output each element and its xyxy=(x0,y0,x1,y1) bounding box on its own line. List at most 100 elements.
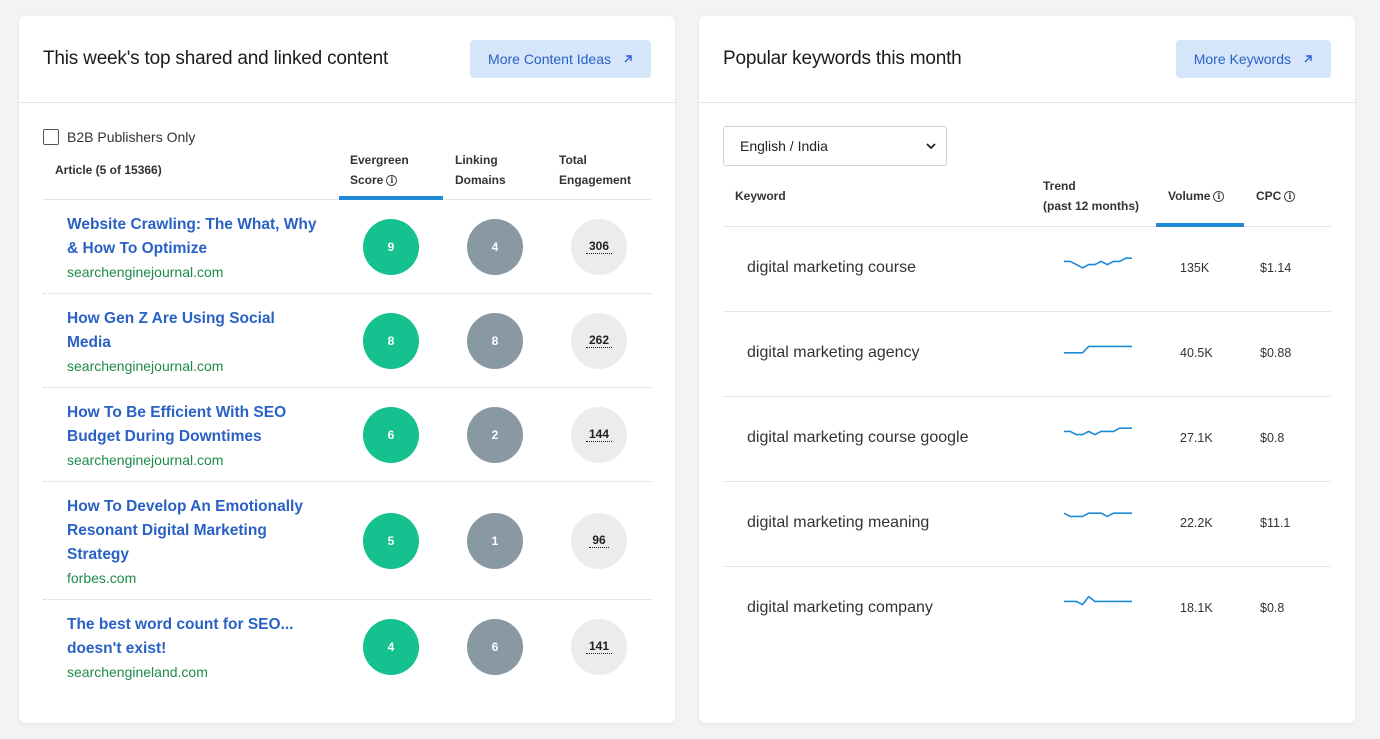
content-table-header: Article (5 of 15366) Evergreen Score i Li… xyxy=(43,150,651,200)
article-title-line: Budget During Downtimes xyxy=(67,428,262,445)
column-volume[interactable]: Volume i xyxy=(1168,186,1225,206)
article-row: How Gen Z Are Using Social Media searche… xyxy=(43,294,651,388)
keyword-volume: 40.5K xyxy=(1180,346,1213,360)
content-card-title: This week's top shared and linked conten… xyxy=(43,48,389,69)
column-linking-domains[interactable]: Linking Domains xyxy=(455,150,506,190)
keywords-table-header: Keyword Trend (past 12 months) Volume i C… xyxy=(723,166,1331,227)
column-cpc-label: CPC xyxy=(1256,189,1282,203)
b2b-checkbox[interactable] xyxy=(43,129,59,145)
column-evergreen-score[interactable]: Evergreen Score i xyxy=(350,150,409,190)
article-row: How To Be Efficient With SEO Budget Duri… xyxy=(43,388,651,482)
external-arrow-icon xyxy=(1304,55,1312,63)
trend-sparkline xyxy=(1064,595,1132,606)
keyword-name[interactable]: digital marketing company xyxy=(747,599,933,617)
keywords-card: Popular keywords this month More Keyword… xyxy=(699,16,1355,723)
evergreen-score-badge: 9 xyxy=(363,219,419,275)
total-engagement-badge[interactable]: 306 xyxy=(571,219,627,275)
total-engagement-badge[interactable]: 144 xyxy=(571,407,627,463)
article-domain[interactable]: searchengineland.com xyxy=(67,661,317,683)
language-select[interactable]: English / India xyxy=(723,126,947,166)
b2b-publishers-filter[interactable]: B2B Publishers Only xyxy=(43,128,651,146)
article-title[interactable]: Website Crawling: The What, Why & How To… xyxy=(67,213,317,261)
total-engagement-value: 144 xyxy=(585,428,613,442)
more-content-ideas-button[interactable]: More Content Ideas xyxy=(470,40,651,78)
trend-sparkline xyxy=(1064,345,1132,354)
column-total-engagement[interactable]: Total Engagement xyxy=(559,150,631,190)
article-title[interactable]: How To Be Efficient With SEO Budget Duri… xyxy=(67,401,317,449)
column-cpc[interactable]: CPC i xyxy=(1256,186,1296,206)
linking-domains-badge: 8 xyxy=(467,313,523,369)
article-row: Website Crawling: The What, Why & How To… xyxy=(43,200,651,294)
column-trend-label-1: Trend xyxy=(1043,179,1076,193)
article-row: The best word count for SEO... doesn't e… xyxy=(43,600,651,694)
keyword-volume: 27.1K xyxy=(1180,431,1213,445)
total-engagement-badge[interactable]: 262 xyxy=(571,313,627,369)
keyword-row: digital marketing agency 40.5K $0.88 xyxy=(723,312,1331,397)
article-title-line: & How To Optimize xyxy=(67,240,208,257)
column-volume-label: Volume xyxy=(1168,189,1211,203)
article-title[interactable]: The best word count for SEO... doesn't e… xyxy=(67,613,317,661)
keyword-volume: 22.2K xyxy=(1180,516,1213,530)
article-domain[interactable]: forbes.com xyxy=(67,567,317,589)
column-keyword[interactable]: Keyword xyxy=(735,186,786,206)
evergreen-score-badge: 8 xyxy=(363,313,419,369)
keyword-cpc: $0.8 xyxy=(1260,431,1285,445)
trend-sparkline xyxy=(1064,257,1132,269)
keyword-list: digital marketing course 135K $1.14 digi… xyxy=(723,227,1331,652)
article-title-line: How To Develop An Emotionally xyxy=(67,498,303,515)
keyword-volume: 18.1K xyxy=(1180,601,1213,615)
evergreen-score-badge: 5 xyxy=(363,513,419,569)
trend-sparkline xyxy=(1063,512,1132,518)
article-title-line: Media xyxy=(67,334,111,351)
total-engagement-badge[interactable]: 96 xyxy=(571,513,627,569)
column-trend: Trend (past 12 months) xyxy=(1043,176,1139,216)
keyword-row: digital marketing meaning 22.2K $11.1 xyxy=(723,482,1331,567)
more-content-ideas-label: More Content Ideas xyxy=(488,51,611,67)
chevron-down-icon xyxy=(926,142,936,149)
keyword-cpc: $1.14 xyxy=(1260,261,1292,275)
info-icon[interactable]: i xyxy=(386,175,398,186)
total-engagement-value: 96 xyxy=(589,534,609,548)
keyword-row: digital marketing course google 27.1K $0… xyxy=(723,397,1331,482)
keyword-row: digital marketing company 18.1K $0.8 xyxy=(723,567,1331,652)
keyword-name[interactable]: digital marketing course google xyxy=(747,429,968,447)
keyword-name[interactable]: digital marketing meaning xyxy=(747,514,929,532)
article-domain[interactable]: searchenginejournal.com xyxy=(67,355,317,377)
linking-domains-badge: 4 xyxy=(467,219,523,275)
article-title-line: How Gen Z Are Using Social xyxy=(67,310,275,327)
content-card: This week's top shared and linked conten… xyxy=(19,16,675,723)
article-title[interactable]: How To Develop An Emotionally Resonant D… xyxy=(67,495,317,567)
evergreen-score-badge: 4 xyxy=(363,619,419,675)
trend-sparkline xyxy=(1064,427,1132,436)
linking-domains-badge: 6 xyxy=(467,619,523,675)
info-icon[interactable]: i xyxy=(1213,191,1225,202)
info-icon[interactable]: i xyxy=(1284,191,1296,202)
keyword-cpc: $0.8 xyxy=(1260,601,1285,615)
linking-domains-badge: 1 xyxy=(467,513,523,569)
keyword-name[interactable]: digital marketing agency xyxy=(747,344,920,362)
evergreen-score-badge: 6 xyxy=(363,407,419,463)
article-domain[interactable]: searchenginejournal.com xyxy=(67,449,317,471)
keywords-card-header: Popular keywords this month More Keyword… xyxy=(699,16,1355,103)
column-total-label-2: Engagement xyxy=(559,173,632,187)
article-title-line: The best word count for SEO... xyxy=(67,616,294,633)
keyword-name[interactable]: digital marketing course xyxy=(747,259,916,277)
column-article[interactable]: Article (5 of 15366) xyxy=(55,160,162,180)
column-linking-label-2: Domains xyxy=(455,173,506,187)
total-engagement-value: 262 xyxy=(585,334,613,348)
column-total-label-1: Total xyxy=(559,153,587,167)
total-engagement-value: 306 xyxy=(585,240,613,254)
total-engagement-badge[interactable]: 141 xyxy=(571,619,627,675)
article-title-line: Website Crawling: The What, Why xyxy=(67,216,317,233)
linking-domains-badge: 2 xyxy=(467,407,523,463)
column-linking-label-1: Linking xyxy=(455,153,498,167)
article-domain[interactable]: searchenginejournal.com xyxy=(67,261,317,283)
keyword-volume: 135K xyxy=(1180,261,1210,275)
b2b-label: B2B Publishers Only xyxy=(67,129,196,145)
article-list: Website Crawling: The What, Why & How To… xyxy=(43,200,651,694)
article-title-line: How To Be Efficient With SEO xyxy=(67,404,287,421)
more-keywords-label: More Keywords xyxy=(1193,51,1291,67)
article-row: How To Develop An Emotionally Resonant D… xyxy=(43,482,651,600)
more-keywords-button[interactable]: More Keywords xyxy=(1175,40,1331,78)
article-title[interactable]: How Gen Z Are Using Social Media xyxy=(67,307,317,355)
